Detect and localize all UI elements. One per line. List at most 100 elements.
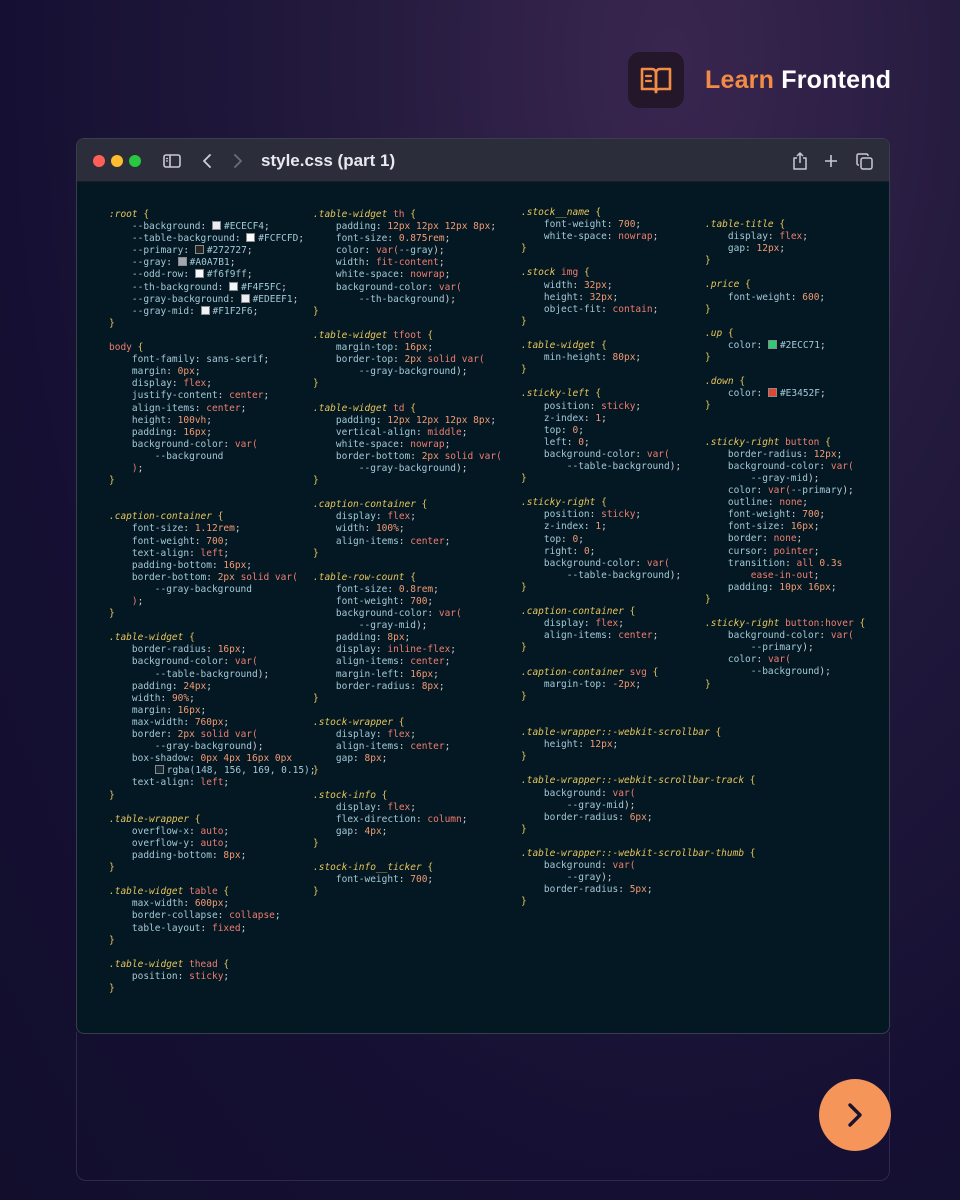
code-token: ;	[263, 390, 270, 402]
code-token: --gray-mid	[521, 799, 624, 811]
forward-icon[interactable]	[227, 150, 249, 172]
code-token: 12px	[589, 739, 613, 751]
code-token: cursor	[705, 545, 763, 557]
minimize-window-button[interactable]	[111, 155, 123, 167]
code-token: ;	[427, 874, 434, 886]
code-token: }	[313, 886, 319, 898]
code-token: body	[109, 342, 132, 354]
code-line: border-radius: 5px;	[521, 884, 756, 896]
code-token: td	[387, 402, 405, 414]
code-line: }	[521, 691, 756, 703]
code-token: var(	[646, 557, 670, 569]
code-token: 16px	[223, 559, 247, 571]
code-line: }	[313, 693, 502, 705]
code-token: :	[364, 257, 376, 269]
code-token: ;	[427, 596, 434, 607]
code-token: {	[404, 402, 416, 414]
code-token: :	[398, 656, 411, 668]
color-swatch	[240, 293, 250, 303]
code-line: vertical-align: middle;	[313, 427, 502, 439]
code-token: );	[415, 620, 428, 632]
code-token: ;	[223, 547, 230, 559]
code-token: var(	[274, 571, 298, 583]
code-token: }	[313, 765, 319, 777]
code-token: );	[456, 462, 468, 474]
code-token: var(	[767, 654, 791, 666]
code-token: }	[313, 475, 319, 487]
tabs-icon[interactable]	[853, 150, 875, 172]
back-icon[interactable]	[196, 150, 218, 172]
code-token: }	[313, 378, 319, 390]
code-token: :	[583, 521, 596, 533]
code-token: ;	[652, 303, 659, 315]
code-line: padding: 10px 16px;	[705, 582, 865, 594]
code-token: }	[109, 934, 115, 946]
code-token: {	[404, 209, 416, 220]
code-line: background-color: var(	[313, 282, 502, 294]
code-token: ;	[427, 342, 434, 354]
plus-icon[interactable]	[820, 150, 842, 172]
code-line: }	[109, 475, 316, 487]
color-swatch	[194, 245, 204, 255]
next-button[interactable]	[819, 1079, 891, 1151]
code-token: --background	[705, 666, 820, 678]
code-token: 16px	[410, 668, 434, 680]
code-token: z-index	[521, 521, 584, 533]
code-line: white-space: nowrap;	[313, 269, 502, 281]
code-token: button:hover	[779, 618, 854, 630]
code-token: 700	[410, 874, 428, 886]
close-window-button[interactable]	[93, 155, 105, 167]
code-token: 2px	[421, 450, 439, 462]
code-line: max-width: 760px;	[109, 717, 316, 729]
code-token: :	[194, 535, 207, 547]
code-line: }	[313, 886, 502, 898]
share-icon[interactable]	[789, 150, 811, 172]
code-token: .down	[705, 376, 734, 388]
code-token: );	[802, 642, 814, 654]
maximize-window-button[interactable]	[129, 155, 141, 167]
code-token: var(	[438, 608, 462, 620]
code-token: --gray-background	[313, 366, 456, 378]
code-token: center	[229, 390, 264, 402]
code-token: .table-wrapper::-webkit-scrollbar-track	[521, 775, 745, 787]
code-line: margin-top: 16px;	[313, 342, 502, 354]
code-token: ;	[606, 279, 613, 291]
code-token: var(	[375, 245, 399, 257]
code-token: center	[410, 741, 445, 753]
code-line: .sticky-right button:hover {	[705, 618, 865, 630]
code-token: --gray-background	[109, 583, 252, 595]
code-token: }	[521, 896, 527, 908]
code-token: button	[779, 436, 820, 448]
code-token: 0px	[177, 366, 195, 378]
code-line: --gray-mid);	[521, 800, 756, 812]
code-token: .stock-info__ticker	[313, 862, 422, 874]
code-token: :	[223, 656, 235, 668]
brand-name: Learn Frontend	[705, 66, 891, 95]
code-token: 16px	[177, 704, 201, 716]
code-line: .table-wrapper::-webkit-scrollbar-thumb …	[521, 848, 756, 860]
code-token: --background	[109, 221, 201, 233]
code-token: :	[779, 521, 791, 533]
code-token: background-color	[521, 448, 636, 460]
code-token: ;	[404, 632, 411, 644]
code-token: align-items	[313, 535, 399, 547]
code-token: object-fit	[521, 303, 602, 315]
code-token: :	[635, 557, 647, 569]
code-token: :	[189, 777, 201, 789]
code-token: #ECECF4	[223, 221, 265, 233]
code-line: padding: 24px;	[109, 681, 316, 693]
code-token: :	[375, 801, 388, 813]
code-line: body {	[109, 342, 316, 354]
code-line: .table-widget td {	[313, 403, 502, 415]
code-line: position: sticky;	[109, 971, 316, 983]
code-token: ;	[635, 352, 642, 364]
code-token: ;	[444, 535, 451, 547]
code-line: --background);	[705, 666, 865, 678]
sidebar-icon[interactable]	[161, 150, 183, 172]
code-token: :	[223, 438, 235, 450]
code-token: height	[521, 739, 579, 751]
code-token: :	[606, 231, 619, 243]
code-token: .table-widget	[109, 886, 184, 898]
